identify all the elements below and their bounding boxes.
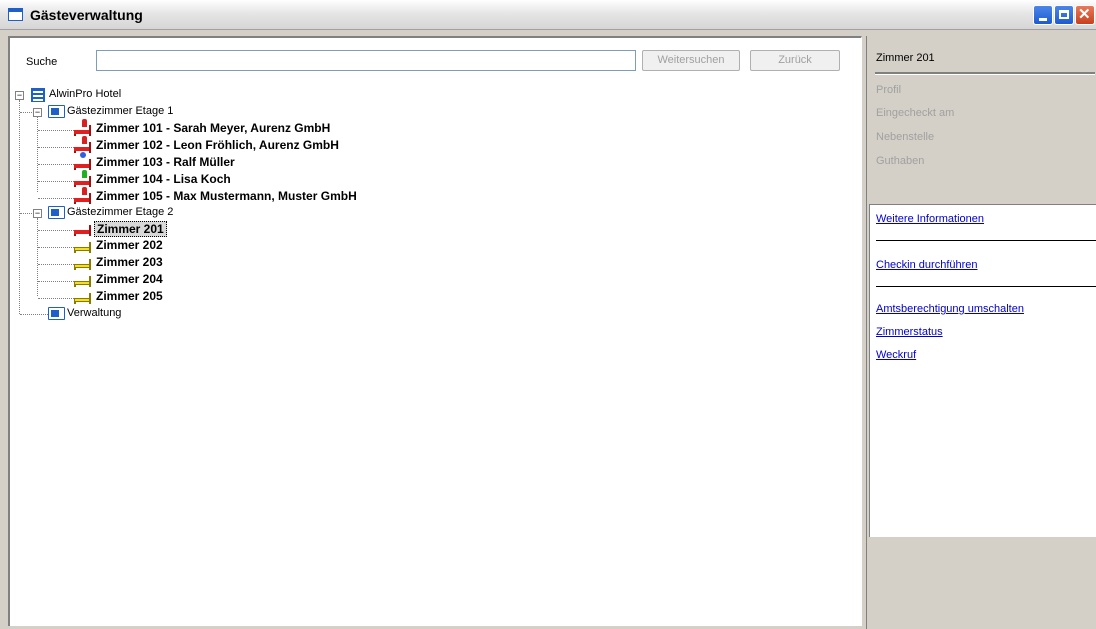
- group-label[interactable]: Gästezimmer Etage 1: [67, 105, 173, 117]
- tree-line: [19, 100, 20, 314]
- tree-line: [20, 213, 34, 214]
- tree-line: [38, 164, 76, 165]
- room-item[interactable]: Zimmer 102 - Leon Fröhlich, Aurenz GmbH: [96, 138, 339, 152]
- search-back-button[interactable]: Zurück: [750, 50, 840, 71]
- details-header: Zimmer 201 Profil Eingecheckt am Nebenst…: [867, 36, 1096, 204]
- free-bed-icon: [74, 275, 92, 287]
- tree-line: [38, 298, 76, 299]
- divider: [876, 240, 1096, 241]
- group-collapse-toggle[interactable]: −: [33, 108, 42, 117]
- occupied-bed-icon: [74, 224, 92, 236]
- tree-line: [38, 198, 76, 199]
- details-title: Zimmer 201: [876, 52, 935, 64]
- guest-status-icon: [82, 119, 87, 127]
- details-field: Nebenstelle: [876, 131, 935, 143]
- guest-status-icon: [82, 170, 87, 178]
- minimize-icon: [1039, 18, 1047, 21]
- details-field: Eingecheckt am: [876, 107, 955, 119]
- folder-icon: [48, 105, 65, 118]
- window-title: Gästeverwaltung: [30, 7, 143, 23]
- window-icon: [8, 8, 23, 21]
- hotel-tree: − AlwinPro Hotel − Gästezimmer Etage 1 Z…: [10, 86, 860, 626]
- folder-icon: [48, 206, 65, 219]
- tree-line: [38, 181, 76, 182]
- divider: [876, 286, 1096, 287]
- tree-line: [38, 281, 76, 282]
- details-panel: Zimmer 201 Profil Eingecheckt am Nebenst…: [866, 36, 1096, 629]
- more-info-link[interactable]: Weitere Informationen: [876, 213, 984, 225]
- maximize-icon: [1059, 10, 1069, 19]
- toggle-line-permission-link[interactable]: Amtsberechtigung umschalten: [876, 303, 1024, 315]
- tree-root-label[interactable]: AlwinPro Hotel: [49, 88, 121, 100]
- close-icon: ✕: [1078, 6, 1091, 23]
- minimize-button[interactable]: [1033, 5, 1053, 25]
- maximize-button[interactable]: [1054, 5, 1074, 25]
- details-field: Guthaben: [876, 155, 925, 167]
- occupied-bed-icon: [74, 158, 92, 170]
- room-item[interactable]: Zimmer 205: [96, 289, 163, 303]
- room-item-selected[interactable]: Zimmer 201: [94, 221, 167, 237]
- search-input[interactable]: [96, 50, 636, 71]
- details-field: Profil: [876, 84, 902, 96]
- checkin-link[interactable]: Checkin durchführen: [876, 259, 978, 271]
- guest-status-icon: [82, 187, 87, 195]
- guest-status-icon: [80, 152, 86, 158]
- tree-line: [20, 314, 48, 315]
- free-bed-icon: [74, 258, 92, 270]
- folder-icon: [48, 307, 65, 320]
- actions-panel: Weitere Informationen Checkin durchführe…: [869, 204, 1096, 537]
- search-next-button[interactable]: Weitersuchen: [642, 50, 740, 71]
- tree-line: [38, 264, 76, 265]
- tree-line: [38, 147, 76, 148]
- room-status-link[interactable]: Zimmerstatus: [876, 326, 943, 338]
- room-item[interactable]: Zimmer 203: [96, 255, 163, 269]
- wake-up-call-link[interactable]: Weckruf: [876, 349, 916, 361]
- title-bar[interactable]: Gästeverwaltung ✕: [0, 0, 1096, 30]
- room-item[interactable]: Zimmer 204: [96, 272, 163, 286]
- tree-line: [38, 247, 76, 248]
- room-item[interactable]: Zimmer 202: [96, 238, 163, 252]
- divider: [875, 72, 1095, 75]
- room-item[interactable]: Zimmer 103 - Ralf Müller: [96, 155, 235, 169]
- group-collapse-toggle[interactable]: −: [33, 209, 42, 218]
- group-label[interactable]: Verwaltung: [67, 307, 121, 319]
- tree-panel: Suche Weitersuchen Zurück − AlwinPro Hot…: [8, 36, 862, 626]
- room-item[interactable]: Zimmer 105 - Max Mustermann, Muster GmbH: [96, 189, 357, 203]
- close-button[interactable]: ✕: [1075, 5, 1095, 25]
- tree-line: [20, 112, 34, 113]
- free-bed-icon: [74, 241, 92, 253]
- root-collapse-toggle[interactable]: −: [15, 91, 24, 100]
- room-item[interactable]: Zimmer 101 - Sarah Meyer, Aurenz GmbH: [96, 121, 330, 135]
- group-label[interactable]: Gästezimmer Etage 2: [67, 206, 173, 218]
- hotel-icon: [31, 88, 45, 102]
- tree-line: [38, 130, 76, 131]
- guest-status-icon: [82, 136, 87, 144]
- free-bed-icon: [74, 292, 92, 304]
- room-item[interactable]: Zimmer 104 - Lisa Koch: [96, 172, 231, 186]
- tree-line: [38, 230, 76, 231]
- search-label: Suche: [26, 56, 58, 68]
